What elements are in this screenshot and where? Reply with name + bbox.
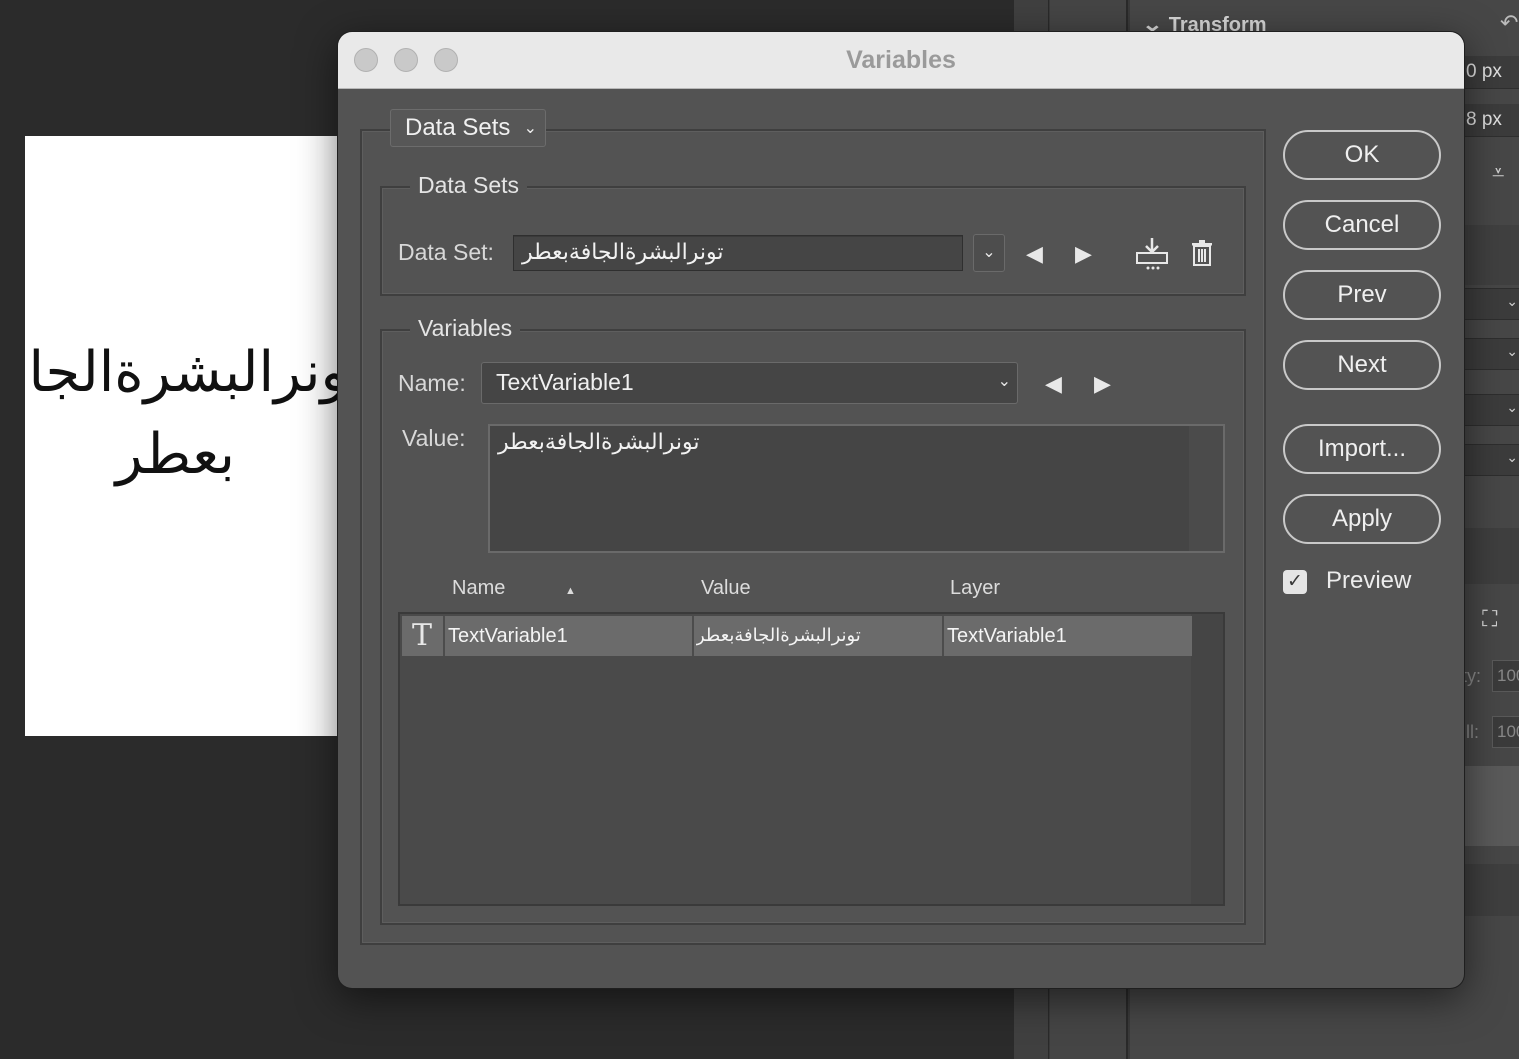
data-sets-group-title: Data Sets [410, 171, 527, 199]
variable-name-value: TextVariable1 [496, 369, 634, 395]
data-set-value: تونرالبشرةالجافةبعطر [522, 240, 724, 265]
variables-table: T TextVariable1 تونرالبشرةالجافةبعطر Tex… [398, 612, 1225, 906]
cell-divider [942, 616, 944, 656]
opacity-field[interactable]: 100 [1492, 660, 1519, 692]
next-button[interactable]: Next [1283, 340, 1441, 390]
next-variable-icon[interactable]: ▶ [1094, 372, 1111, 396]
cell-divider [443, 616, 445, 656]
bounding-box-icon[interactable]: ⛶ [1482, 606, 1497, 632]
row-name-cell: TextVariable1 [448, 625, 568, 647]
preview-label[interactable]: Preview [1326, 567, 1411, 595]
save-data-set-icon-graphic [1136, 238, 1168, 270]
data-set-field[interactable]: تونرالبشرةالجافةبعطر [513, 235, 963, 271]
prev-button[interactable]: Prev [1283, 270, 1441, 320]
column-header-value[interactable]: Value [701, 577, 751, 600]
cancel-button[interactable]: Cancel [1283, 200, 1441, 250]
variables-group-title: Variables [410, 314, 521, 342]
import-button[interactable]: Import... [1283, 424, 1441, 474]
apply-button[interactable]: Apply [1283, 494, 1441, 544]
reset-icon[interactable]: ↶ [1500, 10, 1518, 36]
chevron-down-icon: ⌄ [1506, 343, 1518, 359]
preview-checkbox[interactable]: ✓ [1283, 570, 1307, 594]
panel-dropdown-4[interactable]: ⌄ [1462, 444, 1519, 476]
table-row[interactable]: T TextVariable1 تونرالبشرةالجافةبعطر Tex… [402, 616, 1192, 656]
width-field[interactable]: 0 px [1462, 56, 1519, 89]
ok-button[interactable]: OK [1283, 130, 1441, 180]
previous-data-set-icon[interactable]: ◀ [1026, 242, 1043, 266]
cell-divider [692, 616, 694, 656]
trash-icon[interactable] [1190, 240, 1214, 271]
canvas-text-line-1: تونرالبشرةالجافة [25, 340, 355, 405]
data-set-label: Data Set: [398, 239, 494, 265]
chevron-down-icon: ⌄ [982, 244, 996, 261]
chevron-down-icon: ⌄ [997, 373, 1011, 390]
sort-ascending-icon[interactable]: ▲ [565, 585, 576, 597]
panel-band-3 [1462, 864, 1519, 916]
previous-variable-icon[interactable]: ◀ [1045, 372, 1062, 396]
chevron-down-icon: ⌄ [1506, 449, 1518, 465]
table-scrollbar[interactable] [1191, 614, 1223, 904]
panel-dropdown-3[interactable]: ⌄ [1462, 394, 1519, 426]
variable-value-text: تونرالبشرةالجافةبعطر [498, 430, 700, 455]
trash-icon-graphic [1192, 240, 1212, 266]
row-value-cell: تونرالبشرةالجافةبعطر [696, 625, 861, 646]
panel-dropdown-2[interactable]: ⌄ [1462, 338, 1519, 370]
next-data-set-icon[interactable]: ▶ [1075, 242, 1092, 266]
name-label: Name: [398, 370, 466, 396]
height-field[interactable]: 8 px [1462, 104, 1519, 137]
panel-dropdown-1[interactable]: ⌄ [1462, 288, 1519, 320]
textarea-scrollbar[interactable] [1189, 426, 1223, 551]
opacity-label: ty: [1462, 666, 1482, 686]
panel-band [1462, 225, 1519, 285]
column-header-layer[interactable]: Layer [950, 577, 1000, 600]
column-header-name[interactable]: Name [452, 577, 505, 600]
panel-layer-block [1462, 766, 1519, 846]
panel-band-2 [1462, 528, 1519, 584]
document-canvas: تونرالبشرةالجافة بعطر [25, 136, 355, 736]
variable-name-select[interactable]: TextVariable1 ⌄ [481, 362, 1018, 404]
canvas-text-layer: تونرالبشرةالجافة بعطر [25, 332, 355, 496]
variables-dialog: Variables Data Sets ⌄ Data Sets Data Set… [338, 32, 1464, 988]
canvas-text-line-2: بعطر [115, 422, 235, 487]
chevron-down-icon: ⌄ [523, 120, 537, 137]
variable-value-textarea[interactable]: تونرالبشرةالجافةبعطر [488, 424, 1225, 553]
dialog-title: Variables [846, 46, 956, 74]
data-sets-popup-label: Data Sets [405, 114, 511, 141]
data-set-dropdown-button[interactable]: ⌄ [973, 234, 1005, 272]
dialog-titlebar[interactable]: Variables [338, 32, 1464, 89]
checkmark-icon: ✓ [1287, 571, 1303, 592]
fill-field[interactable]: 100 [1492, 716, 1519, 748]
chevron-down-icon: ⌄ [1506, 293, 1518, 309]
data-sets-popup[interactable]: Data Sets ⌄ [390, 109, 546, 147]
save-data-set-icon[interactable] [1134, 235, 1170, 276]
fill-label: ill: [1462, 722, 1479, 742]
row-layer-cell: TextVariable1 [947, 625, 1067, 647]
text-variable-icon: T [412, 618, 433, 653]
chevron-down-icon: ⌄ [1506, 399, 1518, 415]
flip-vertical-icon[interactable]: ⩡ [1492, 160, 1504, 186]
value-label: Value: [402, 425, 466, 451]
